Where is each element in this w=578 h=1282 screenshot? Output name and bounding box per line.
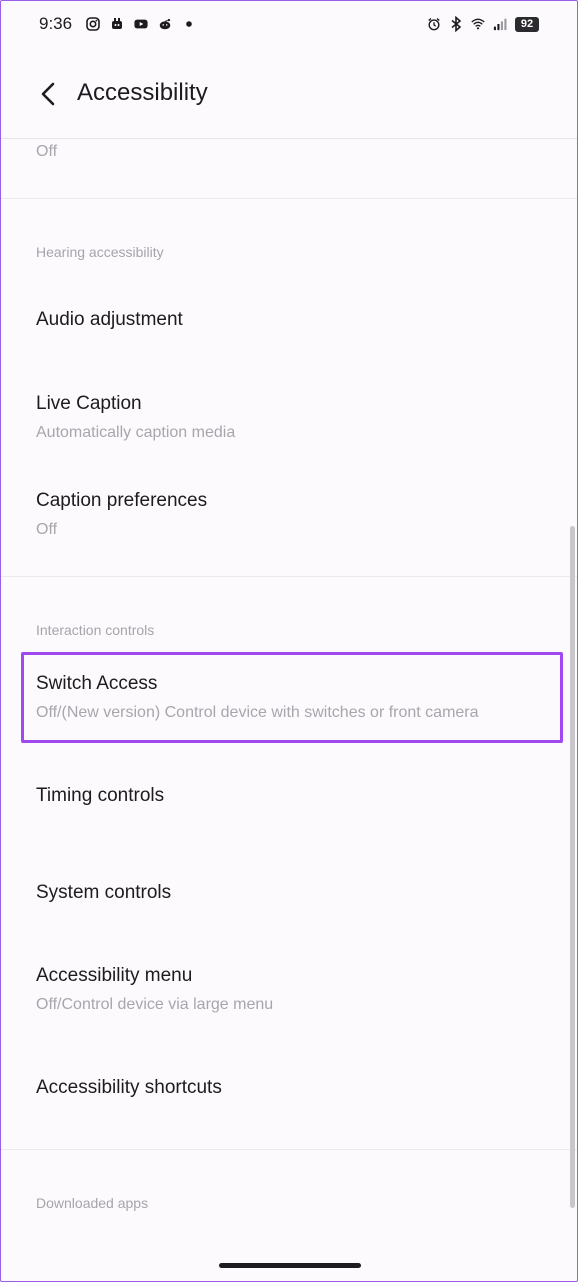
- item-subtitle: Off/Control device via large menu: [36, 996, 274, 1013]
- section-header-downloaded: Downloaded apps: [36, 1195, 149, 1211]
- app-bar: Accessibility: [1, 47, 577, 139]
- item-title: Accessibility menu: [36, 965, 193, 986]
- battery-level: 92: [515, 16, 539, 32]
- home-indicator[interactable]: [219, 1263, 361, 1268]
- item-title: Timing controls: [36, 785, 165, 806]
- bluetooth-icon: [449, 16, 463, 32]
- list-item-accessibility-shortcuts[interactable]: Accessibility shortcuts: [1, 1047, 577, 1133]
- dot-icon: [182, 17, 196, 31]
- list-item-accessibility-menu[interactable]: Accessibility menu Off/Control device vi…: [1, 945, 577, 1035]
- page-title: Accessibility: [77, 79, 208, 106]
- list-item-caption-preferences[interactable]: Caption preferences Off: [1, 471, 577, 561]
- item-title: Audio adjustment: [36, 309, 183, 330]
- list-item-live-caption[interactable]: Live Caption Automatically caption media: [1, 371, 577, 461]
- screen: 9:36 92 Accessibility Off Hearing access…: [0, 0, 578, 1282]
- wifi-icon: [471, 17, 485, 31]
- reddit-icon: [158, 17, 172, 31]
- section-header-hearing: Hearing accessibility: [36, 244, 164, 260]
- list-item-audio-adjustment[interactable]: Audio adjustment: [1, 281, 577, 359]
- partial-list-item[interactable]: Off: [1, 139, 577, 199]
- list-item-system-controls[interactable]: System controls: [1, 851, 577, 937]
- section-divider: [1, 198, 577, 199]
- list-item-timing-controls[interactable]: Timing controls: [1, 753, 577, 839]
- instagram-icon: [86, 17, 100, 31]
- scrollbar[interactable]: [570, 526, 575, 1208]
- notification-icon: [110, 17, 124, 31]
- item-subtitle: Automatically caption media: [36, 424, 236, 441]
- item-title: Live Caption: [36, 393, 142, 414]
- youtube-icon: [134, 17, 148, 31]
- status-time: 9:36: [39, 14, 73, 33]
- section-divider: [1, 576, 577, 577]
- section-divider: [1, 1149, 577, 1150]
- item-title: Accessibility shortcuts: [36, 1077, 222, 1098]
- item-title: System controls: [36, 882, 172, 903]
- back-button[interactable]: [31, 77, 65, 111]
- item-title: Caption preferences: [36, 490, 208, 511]
- status-left: 9:36: [39, 14, 196, 34]
- status-right: 92: [427, 16, 539, 32]
- item-subtitle: Off: [36, 143, 58, 160]
- highlight-box: [21, 652, 563, 743]
- back-arrow-icon: [41, 82, 55, 106]
- section-header-interaction: Interaction controls: [36, 622, 155, 638]
- alarm-icon: [427, 17, 441, 31]
- status-bar: 9:36 92: [1, 1, 577, 47]
- signal-icon: [493, 17, 507, 31]
- item-subtitle: Off: [36, 521, 58, 538]
